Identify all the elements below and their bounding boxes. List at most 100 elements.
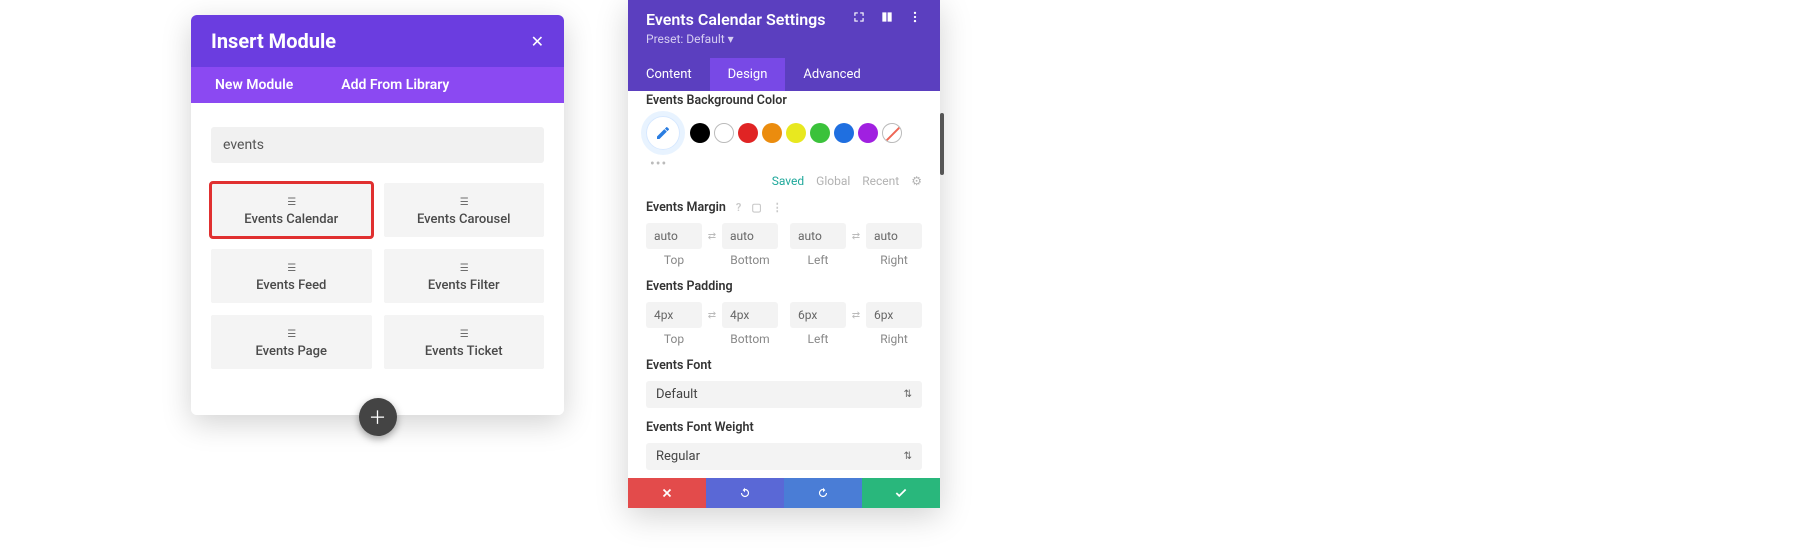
chevron-updown-icon: ⇅ [904,451,912,462]
module-icon: ☰ [460,264,468,274]
gear-icon[interactable]: ⚙ [911,174,922,188]
side-bottom: Bottom [722,253,778,267]
margin-top-input[interactable] [646,223,702,249]
cancel-button[interactable] [628,478,706,508]
module-events-filter[interactable]: ☰ Events Filter [384,249,545,303]
module-grid: ☰ Events Calendar ☰ Events Carousel ☰ Ev… [211,183,544,369]
bg-color-label: Events Background Color [646,93,922,108]
font-weight-select[interactable]: Regular ⇅ [646,443,922,470]
color-swatch-row [646,116,922,150]
insert-module-modal: Insert Module ✕ New Module Add From Libr… [191,15,564,415]
swatch-purple[interactable] [858,123,878,143]
module-icon: ☰ [460,198,468,208]
module-label: Events Filter [428,278,500,293]
link-icon[interactable]: ⇄ [704,231,720,242]
help-icon[interactable]: ? [736,201,741,214]
color-tab-global[interactable]: Global [816,174,850,188]
color-tabs: Saved Global Recent ⚙ [646,174,922,188]
module-events-page[interactable]: ☰ Events Page [211,315,372,369]
padding-bottom-input[interactable] [722,302,778,328]
preset-label: Preset: [646,32,683,46]
settings-tabs: Content Design Advanced [628,58,940,91]
side-top: Top [646,332,702,346]
color-tab-recent[interactable]: Recent [862,174,899,188]
swatch-yellow[interactable] [786,123,806,143]
tab-add-from-library[interactable]: Add From Library [317,67,473,103]
dynamic-icon[interactable]: ⋮ [772,201,783,214]
module-label: Events Ticket [425,344,503,359]
add-module-fab[interactable]: ＋ [359,398,397,436]
module-icon: ☰ [460,330,468,340]
tab-design[interactable]: Design [710,58,786,91]
margin-label: Events Margin ? ▢ ⋮ [646,200,922,215]
scrollbar[interactable] [940,113,944,175]
font-weight-label: Events Font Weight [646,420,922,435]
module-icon: ☰ [287,198,295,208]
module-label: Events Carousel [417,212,511,227]
font-label: Events Font [646,358,922,373]
module-icon: ☰ [287,330,295,340]
module-events-ticket[interactable]: ☰ Events Ticket [384,315,545,369]
undo-button[interactable] [706,478,784,508]
swatch-orange[interactable] [762,123,782,143]
color-picker-button[interactable] [646,116,680,150]
module-events-calendar[interactable]: ☰ Events Calendar [211,183,372,237]
settings-header: Events Calendar Settings Preset: Default… [628,0,940,58]
link-icon[interactable]: ⇄ [848,231,864,242]
redo-button[interactable] [784,478,862,508]
margin-bottom-input[interactable] [722,223,778,249]
settings-panel: Events Calendar Settings Preset: Default… [628,0,940,508]
margin-inputs: ⇄ Top Bottom ⇄ Left [646,223,922,267]
side-bottom: Bottom [722,332,778,346]
tab-new-module[interactable]: New Module [191,67,317,103]
chevron-updown-icon: ⇅ [904,389,912,400]
columns-icon[interactable] [880,10,894,24]
module-label: Events Page [255,344,327,359]
padding-label: Events Padding [646,279,922,294]
module-events-carousel[interactable]: ☰ Events Carousel [384,183,545,237]
side-right: Right [866,332,922,346]
module-label: Events Calendar [244,212,338,227]
padding-inputs: ⇄ Top Bottom ⇄ Left [646,302,922,346]
side-top: Top [646,253,702,267]
margin-label-text: Events Margin [646,200,726,215]
color-tab-saved[interactable]: Saved [772,174,804,188]
responsive-icon[interactable]: ▢ [751,201,761,214]
swatch-green[interactable] [810,123,830,143]
swatch-white[interactable] [714,123,734,143]
module-label: Events Feed [256,278,326,293]
padding-left-input[interactable] [790,302,846,328]
preset-row[interactable]: Preset: Default ▾ [646,32,826,46]
font-select[interactable]: Default ⇅ [646,381,922,408]
swatch-red[interactable] [738,123,758,143]
padding-right-input[interactable] [866,302,922,328]
module-search-input[interactable] [211,127,544,163]
font-weight-value: Regular [656,449,700,464]
insert-module-tabs: New Module Add From Library [191,67,564,103]
margin-right-input[interactable] [866,223,922,249]
link-icon[interactable]: ⇄ [704,310,720,321]
more-dots-icon[interactable]: ••• [650,156,922,172]
insert-module-title: Insert Module [211,29,336,53]
padding-top-input[interactable] [646,302,702,328]
swatch-black[interactable] [690,123,710,143]
swatch-blue[interactable] [834,123,854,143]
tab-advanced[interactable]: Advanced [785,58,878,91]
link-icon[interactable]: ⇄ [848,310,864,321]
preset-value: Default [686,32,724,46]
caret-down-icon: ▾ [728,32,734,46]
focus-icon[interactable] [852,10,866,24]
save-button[interactable] [862,478,940,508]
font-value: Default [656,387,698,402]
close-icon[interactable]: ✕ [531,32,544,51]
more-icon[interactable] [908,10,922,24]
insert-module-header: Insert Module ✕ [191,15,564,67]
insert-module-body: ☰ Events Calendar ☰ Events Carousel ☰ Ev… [191,103,564,415]
module-icon: ☰ [287,264,295,274]
module-events-feed[interactable]: ☰ Events Feed [211,249,372,303]
tab-content[interactable]: Content [628,58,710,91]
margin-left-input[interactable] [790,223,846,249]
settings-body: Events Background Color ••• Saved Global… [628,91,940,478]
side-right: Right [866,253,922,267]
swatch-none[interactable] [882,123,902,143]
